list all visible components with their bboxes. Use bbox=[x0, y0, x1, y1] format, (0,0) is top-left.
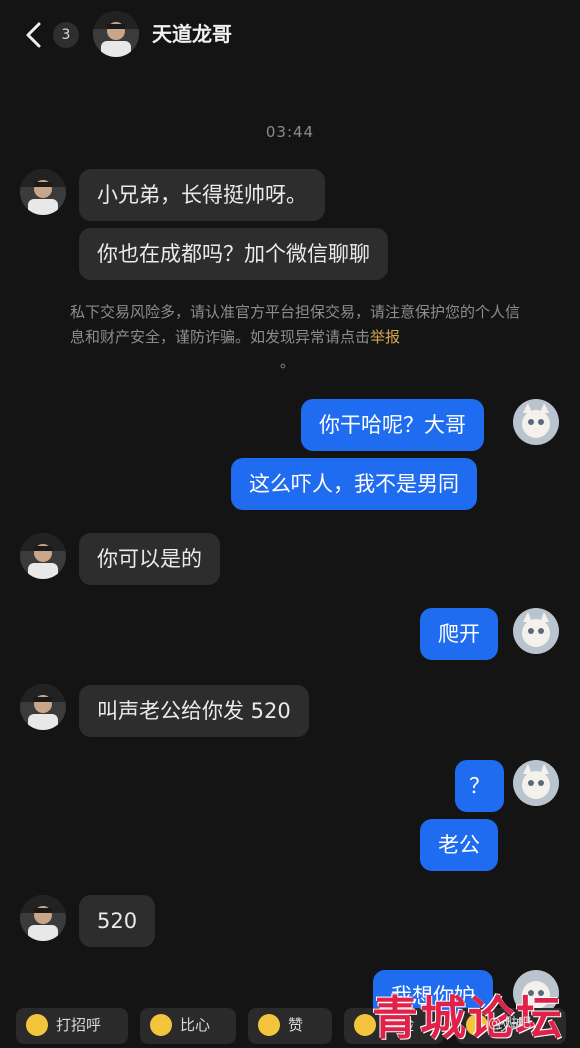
incoming-message[interactable]: 叫声老公给你发 520 bbox=[79, 685, 309, 737]
incoming-message[interactable]: 520 bbox=[79, 895, 156, 947]
incoming-message[interactable]: 小兄弟，长得挺帅呀。 bbox=[79, 169, 325, 221]
my-avatar[interactable] bbox=[513, 760, 559, 806]
back-arrow-icon[interactable] bbox=[20, 20, 50, 50]
report-link[interactable]: 举报 bbox=[370, 328, 400, 346]
outgoing-message[interactable]: 爬开 bbox=[420, 608, 498, 660]
sender-avatar[interactable] bbox=[20, 895, 66, 941]
watermark-source: @ 贴吧 bbox=[488, 1016, 532, 1031]
quick-reply-chip[interactable]: 打招呼 bbox=[16, 1008, 128, 1044]
message-timestamp: 03:44 bbox=[265, 123, 315, 141]
contact-avatar[interactable] bbox=[93, 11, 139, 57]
safety-notice-text: 私下交易风险多，请认准官方平台担保交易，请注意保护您的个人信息和财产安全，谨防诈… bbox=[70, 303, 521, 346]
unread-count-badge: 3 bbox=[53, 22, 79, 48]
quick-reply-chip[interactable]: 比心 bbox=[140, 1008, 236, 1044]
sender-avatar[interactable] bbox=[20, 684, 66, 730]
my-avatar[interactable] bbox=[513, 608, 559, 654]
quick-reply-chip[interactable]: 赞 bbox=[248, 1008, 332, 1044]
sender-avatar[interactable] bbox=[20, 533, 66, 579]
chat-header: 3 天道龙哥 bbox=[0, 0, 580, 70]
outgoing-message[interactable]: 老公 bbox=[420, 819, 498, 871]
outgoing-message[interactable]: 你干哈呢？大哥 bbox=[301, 399, 484, 451]
outgoing-message[interactable]: ？ bbox=[455, 760, 504, 812]
watermark-logo: 青城论坛 bbox=[372, 991, 564, 1045]
incoming-message[interactable]: 你也在成都吗？加个微信聊聊 bbox=[79, 228, 388, 280]
sender-avatar[interactable] bbox=[20, 169, 66, 215]
incoming-message[interactable]: 你可以是的 bbox=[79, 533, 220, 585]
outgoing-message[interactable]: 这么吓人，我不是男同 bbox=[231, 458, 477, 510]
chat-title: 天道龙哥 bbox=[152, 22, 232, 46]
safety-notice-end: 。 bbox=[280, 353, 296, 371]
safety-notice: 私下交易风险多，请认准官方平台担保交易，请注意保护您的个人信息和财产安全，谨防诈… bbox=[70, 300, 520, 375]
my-avatar[interactable] bbox=[513, 399, 559, 445]
